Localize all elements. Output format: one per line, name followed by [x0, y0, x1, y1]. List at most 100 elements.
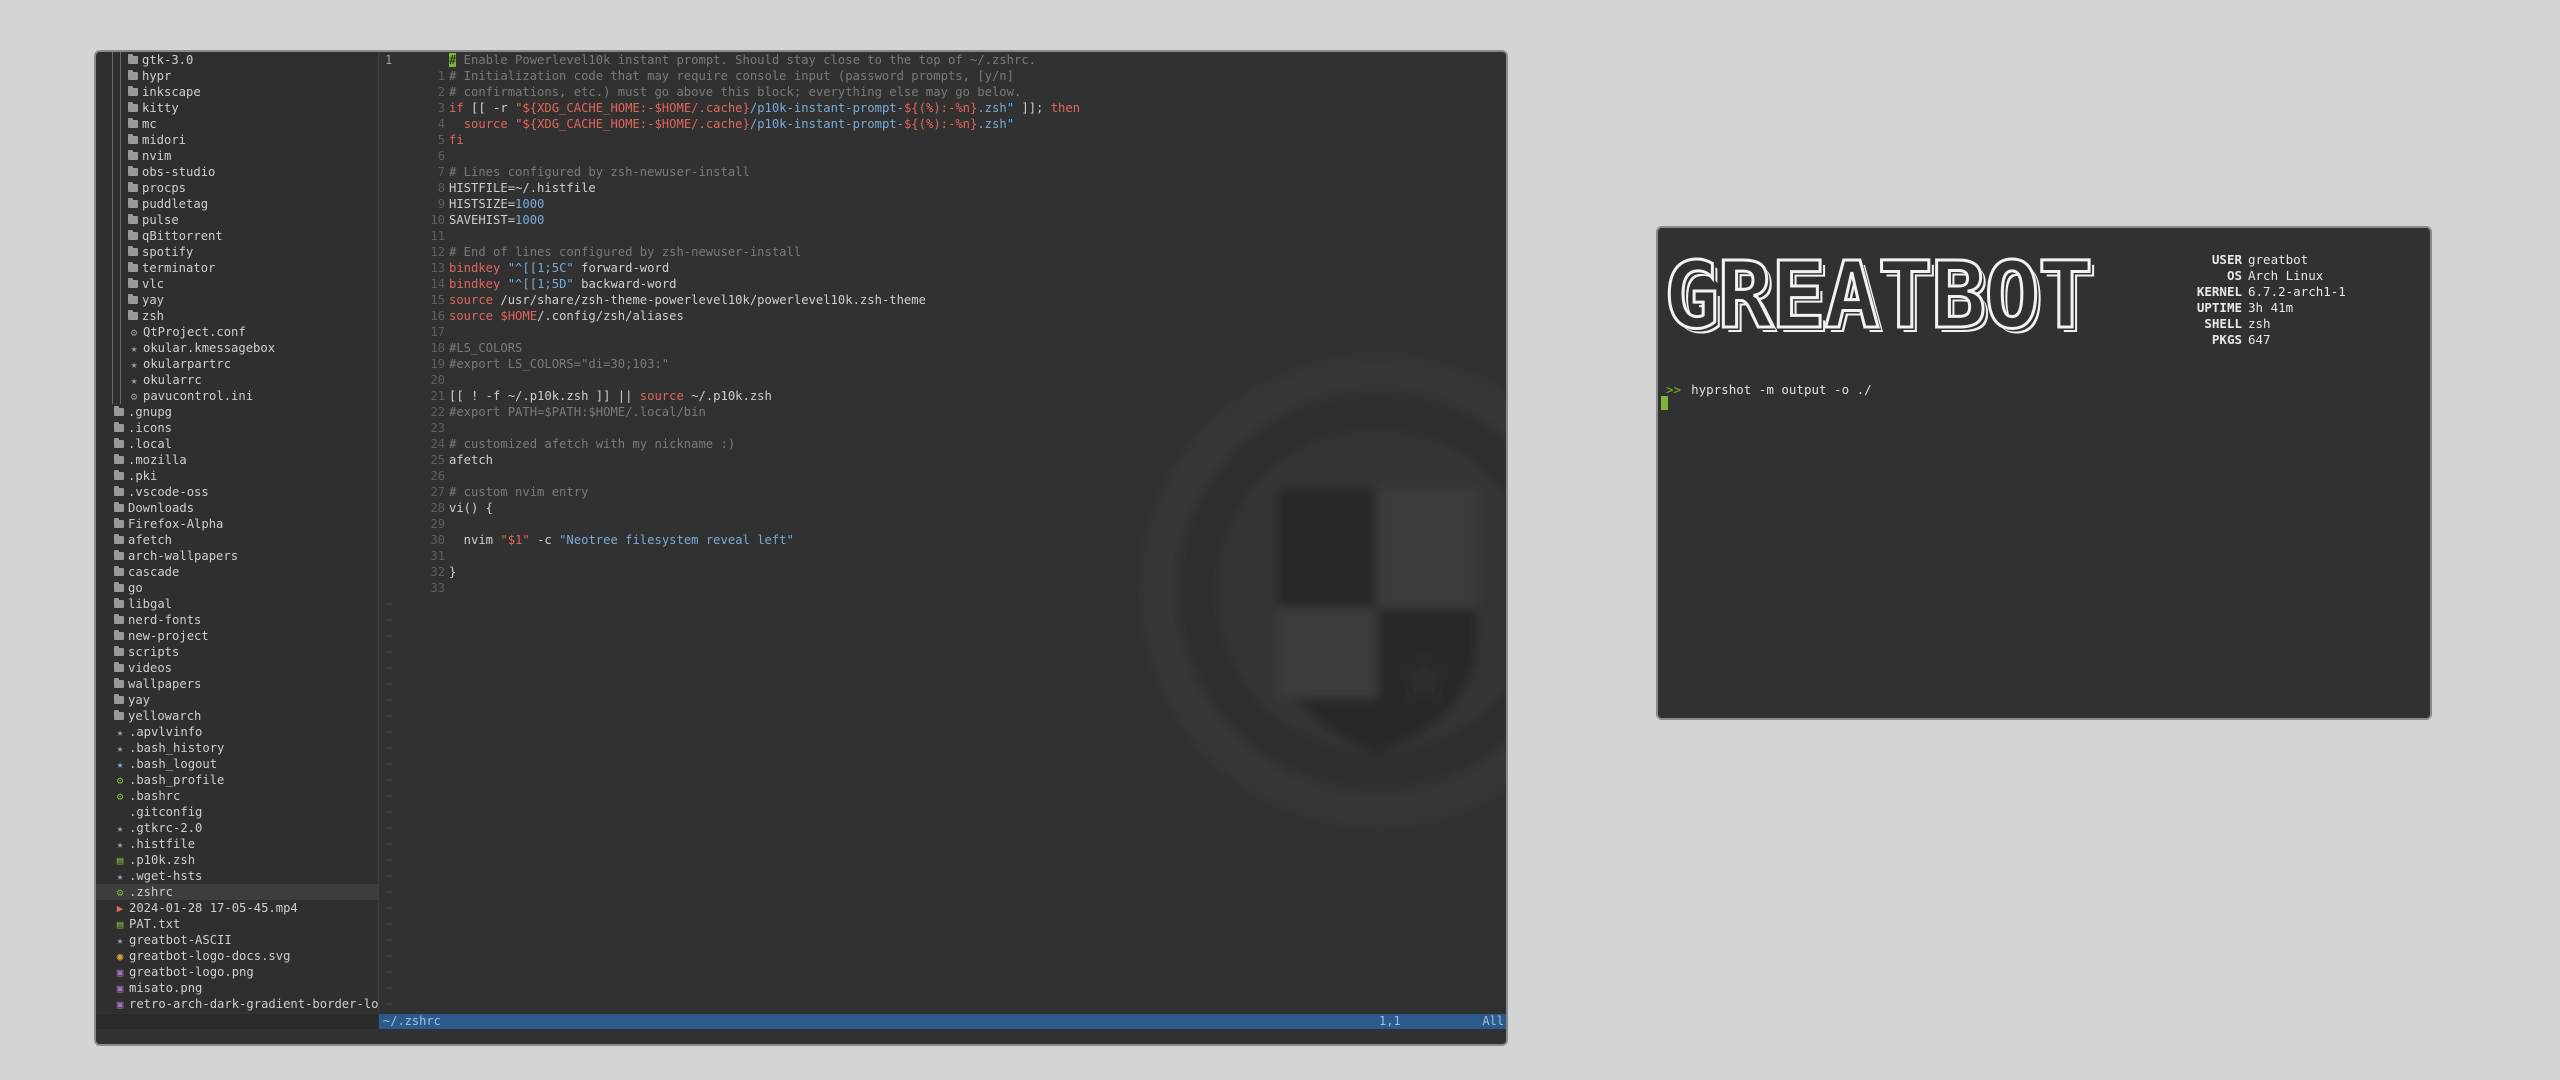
code-line[interactable]: HISTFILE=~/.histfile: [449, 180, 1506, 196]
tree-item[interactable]: .gitconfig: [96, 804, 378, 820]
tree-item[interactable]: ★ okularpartrc: [96, 356, 378, 372]
code-line[interactable]: #LS_COLORS: [449, 340, 1506, 356]
tree-item[interactable]: terminator: [96, 260, 378, 276]
tree-item[interactable]: yellowarch: [96, 708, 378, 724]
tree-item[interactable]: .gnupg: [96, 404, 378, 420]
code-line[interactable]: # Lines configured by zsh-newuser-instal…: [449, 164, 1506, 180]
tree-item[interactable]: ⚙ .bashrc: [96, 788, 378, 804]
tree-item[interactable]: arch-wallpapers: [96, 548, 378, 564]
code-line[interactable]: [449, 228, 1506, 244]
code-line[interactable]: [449, 468, 1506, 484]
code-line[interactable]: # customized afetch with my nickname :): [449, 436, 1506, 452]
tree-item[interactable]: .icons: [96, 420, 378, 436]
code-line[interactable]: source /usr/share/zsh-theme-powerlevel10…: [449, 292, 1506, 308]
code-line[interactable]: #export LS_COLORS="di=30;103:": [449, 356, 1506, 372]
tree-item[interactable]: nvim: [96, 148, 378, 164]
code-line[interactable]: [449, 516, 1506, 532]
tree-item[interactable]: yay: [96, 292, 378, 308]
code-line[interactable]: vi() {: [449, 500, 1506, 516]
tree-item[interactable]: vlc: [96, 276, 378, 292]
tree-item[interactable]: nerd-fonts: [96, 612, 378, 628]
code-line[interactable]: [449, 324, 1506, 340]
tree-item[interactable]: ★ .apvlvinfo: [96, 724, 378, 740]
tree-item[interactable]: inkscape: [96, 84, 378, 100]
tree-item[interactable]: ★ .bash_logout: [96, 756, 378, 772]
tree-item[interactable]: ⚙ .bash_profile: [96, 772, 378, 788]
tree-item[interactable]: ⚙ pavucontrol.ini: [96, 388, 378, 404]
tree-item[interactable]: ◉ greatbot-logo-docs.svg: [96, 948, 378, 964]
code-line[interactable]: [[ ! -f ~/.p10k.zsh ]] || source ~/.p10k…: [449, 388, 1506, 404]
tree-item[interactable]: yay: [96, 692, 378, 708]
file-tree-sidebar[interactable]: gtk-3.0 hypr inkscape kitty mc midori nvim obs-…: [96, 52, 379, 1012]
tree-item[interactable]: go: [96, 580, 378, 596]
tree-item[interactable]: hypr: [96, 68, 378, 84]
code-line[interactable]: if [[ -r "${XDG_CACHE_HOME:-$HOME/.cache…: [449, 100, 1506, 116]
tree-item[interactable]: pulse: [96, 212, 378, 228]
tree-item[interactable]: puddletag: [96, 196, 378, 212]
tree-item[interactable]: ★ .wget-hsts: [96, 868, 378, 884]
code-line[interactable]: # Initialization code that may require c…: [449, 68, 1506, 84]
code-line[interactable]: [449, 148, 1506, 164]
tree-item[interactable]: ▣ greatbot-logo.png: [96, 964, 378, 980]
tree-item[interactable]: ▶ 2024-01-28 17-05-45.mp4: [96, 900, 378, 916]
tree-item[interactable]: ★ greatbot-ASCII: [96, 932, 378, 948]
code-line[interactable]: [449, 372, 1506, 388]
tree-item[interactable]: spotify: [96, 244, 378, 260]
tree-item[interactable]: .pki: [96, 468, 378, 484]
tree-item[interactable]: mc: [96, 116, 378, 132]
tree-item[interactable]: kitty: [96, 100, 378, 116]
tree-item[interactable]: ▤ PAT.txt: [96, 916, 378, 932]
tree-item[interactable]: .local: [96, 436, 378, 452]
tree-item[interactable]: Firefox-Alpha: [96, 516, 378, 532]
tree-item[interactable]: procps: [96, 180, 378, 196]
tree-item[interactable]: ★ okular.kmessagebox: [96, 340, 378, 356]
tree-item[interactable]: ▤ .p10k.zsh: [96, 852, 378, 868]
tree-item[interactable]: libgal: [96, 596, 378, 612]
tree-item[interactable]: .mozilla: [96, 452, 378, 468]
code-line[interactable]: bindkey "^[[1;5C" forward-word: [449, 260, 1506, 276]
code-line[interactable]: source "${XDG_CACHE_HOME:-$HOME/.cache}/…: [449, 116, 1506, 132]
tree-item[interactable]: zsh: [96, 308, 378, 324]
code-line[interactable]: fi: [449, 132, 1506, 148]
code-line[interactable]: afetch: [449, 452, 1506, 468]
tree-item[interactable]: midori: [96, 132, 378, 148]
command-line[interactable]: [96, 1029, 1506, 1044]
code-line[interactable]: HISTSIZE=1000: [449, 196, 1506, 212]
tree-item[interactable]: new-project: [96, 628, 378, 644]
code-line[interactable]: [449, 548, 1506, 564]
code-line[interactable]: nvim "$1" -c "Neotree filesystem reveal …: [449, 532, 1506, 548]
tree-item[interactable]: ⚙ .zshrc: [96, 884, 378, 900]
code-line[interactable]: [449, 580, 1506, 596]
code-line[interactable]: source $HOME/.config/zsh/aliases: [449, 308, 1506, 324]
code-line[interactable]: #export PATH=$PATH:$HOME/.local/bin: [449, 404, 1506, 420]
tree-item[interactable]: wallpapers: [96, 676, 378, 692]
code-line[interactable]: bindkey "^[[1;5D" backward-word: [449, 276, 1506, 292]
tree-item[interactable]: ▣ retro-arch-dark-gradient-border-lo: [96, 996, 379, 1012]
tree-item[interactable]: ★ .bash_history: [96, 740, 378, 756]
code-line[interactable]: [449, 420, 1506, 436]
tree-item[interactable]: cascade: [96, 564, 378, 580]
tree-item[interactable]: ★ .histfile: [96, 836, 378, 852]
tree-item[interactable]: ▣ misato.png: [96, 980, 378, 996]
nvim-window[interactable]: gtk-3.0 hypr inkscape kitty mc midori nvim obs-…: [94, 50, 1508, 1046]
code-line[interactable]: SAVEHIST=1000: [449, 212, 1506, 228]
code-line[interactable]: # confirmations, etc.) must go above thi…: [449, 84, 1506, 100]
tree-item[interactable]: ⚙ QtProject.conf: [96, 324, 378, 340]
tree-item[interactable]: scripts: [96, 644, 378, 660]
tree-item[interactable]: ★ okularrc: [96, 372, 378, 388]
code-line[interactable]: # Enable Powerlevel10k instant prompt. S…: [449, 52, 1506, 68]
code-line[interactable]: # End of lines configured by zsh-newuser…: [449, 244, 1506, 260]
tree-item[interactable]: afetch: [96, 532, 378, 548]
terminal-window[interactable]: GREATBOT USER greatbot OS Arch Linux KERNEL 6…: [1656, 226, 2432, 720]
tree-item[interactable]: .vscode-oss: [96, 484, 378, 500]
tree-item[interactable]: qBittorrent: [96, 228, 378, 244]
tree-item[interactable]: ★ .gtkrc-2.0: [96, 820, 378, 836]
tree-item[interactable]: obs-studio: [96, 164, 378, 180]
tree-item[interactable]: Downloads: [96, 500, 378, 516]
code-line[interactable]: }: [449, 564, 1506, 580]
code-line[interactable]: # custom nvim entry: [449, 484, 1506, 500]
code-buffer[interactable]: # Enable Powerlevel10k instant prompt. S…: [449, 52, 1506, 596]
tree-item[interactable]: videos: [96, 660, 378, 676]
code-editor[interactable]: 1 1 2 3 4 5 6 7 8 9 10 11 12 13 14 15 16 17 18 19 20 21 22 23 24…: [379, 52, 1506, 1012]
tree-item[interactable]: gtk-3.0: [96, 52, 378, 68]
